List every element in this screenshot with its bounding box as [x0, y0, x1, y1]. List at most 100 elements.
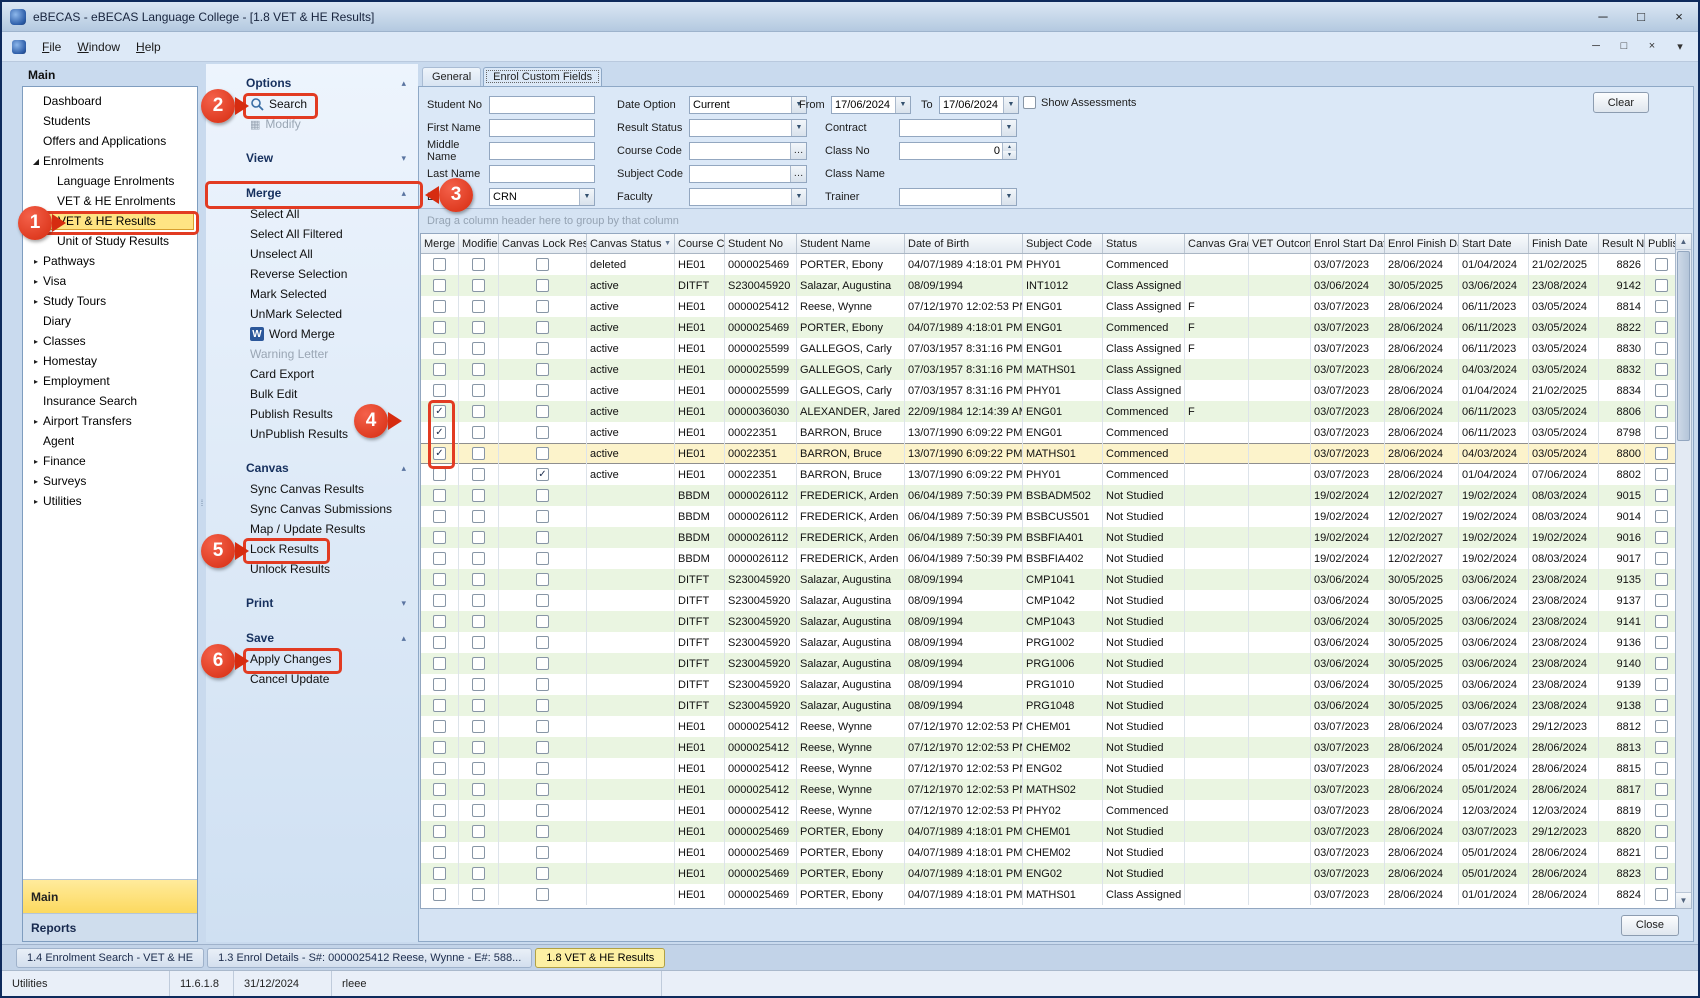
canvas_lock-checkbox[interactable]: [536, 762, 549, 775]
action-bulk-edit[interactable]: Bulk Edit: [246, 386, 301, 402]
mdi-restore-icon[interactable]: □: [1616, 40, 1632, 53]
canvas_lock-checkbox[interactable]: [536, 867, 549, 880]
collapsed-arrow-icon[interactable]: ▸: [29, 337, 43, 346]
publish-checkbox[interactable]: [1655, 447, 1668, 460]
publish-checkbox[interactable]: [1655, 321, 1668, 334]
canvas_lock-checkbox[interactable]: [536, 804, 549, 817]
modified-checkbox[interactable]: [472, 741, 485, 754]
publish-checkbox[interactable]: [1655, 867, 1668, 880]
merge-checkbox-row-25[interactable]: [433, 783, 446, 796]
action-publish-results[interactable]: Publish Results: [246, 406, 337, 422]
collapsed-arrow-icon[interactable]: ▸: [29, 297, 43, 306]
publish-checkbox[interactable]: [1655, 363, 1668, 376]
collapsed-arrow-icon[interactable]: ▸: [29, 257, 43, 266]
table-row[interactable]: activeHE010000025599GALLEGOS, Carly07/03…: [421, 338, 1675, 359]
merge-checkbox-row-17[interactable]: [433, 615, 446, 628]
table-row[interactable]: deletedHE010000025469PORTER, Ebony04/07/…: [421, 254, 1675, 275]
modified-checkbox[interactable]: [472, 258, 485, 271]
canvas_lock-checkbox[interactable]: [536, 510, 549, 523]
modified-checkbox[interactable]: [472, 573, 485, 586]
canvas_lock-checkbox[interactable]: [536, 615, 549, 628]
canvas_lock-checkbox[interactable]: [536, 321, 549, 334]
collapse-chevron-icon[interactable]: ▴: [401, 78, 406, 89]
action-reverse-selection[interactable]: Reverse Selection: [246, 266, 351, 282]
merge-checkbox-row-26[interactable]: [433, 804, 446, 817]
canvas_lock-checkbox[interactable]: [536, 552, 549, 565]
canvas_lock-checkbox[interactable]: [536, 489, 549, 502]
subject-code-input[interactable]: [690, 166, 790, 182]
merge-checkbox-row-6[interactable]: [433, 384, 446, 397]
modified-checkbox[interactable]: [472, 363, 485, 376]
column-header-publish[interactable]: Publish: [1645, 234, 1675, 253]
table-row[interactable]: activeHE010000025599GALLEGOS, Carly07/03…: [421, 380, 1675, 401]
canvas_lock-checkbox[interactable]: [536, 342, 549, 355]
table-row[interactable]: activeHE0100022351BARRON, Bruce13/07/199…: [421, 464, 1675, 485]
table-row[interactable]: BBDM0000026112FREDERICK, Arden06/04/1989…: [421, 506, 1675, 527]
contract-select[interactable]: ▼: [899, 119, 1017, 137]
action-apply-changes[interactable]: Apply Changes: [246, 651, 335, 667]
table-row[interactable]: HE010000025469PORTER, Ebony04/07/1989 4:…: [421, 884, 1675, 905]
doc-tab-1-8-vet-he-results[interactable]: 1.8 VET & HE Results: [535, 948, 665, 968]
mdi-menu-icon[interactable]: ▾: [1672, 40, 1688, 53]
table-row[interactable]: activeHE010000036030ALEXANDER, Jared22/0…: [421, 401, 1675, 422]
merge-checkbox-row-28[interactable]: [433, 846, 446, 859]
student-no-input[interactable]: [489, 96, 595, 114]
sidebar-item-finance[interactable]: ▸Finance: [27, 452, 194, 470]
nav-group-main[interactable]: Main: [23, 879, 197, 913]
merge-checkbox-row-20[interactable]: [433, 678, 446, 691]
column-header-enrol_finish[interactable]: Enrol Finish Dat: [1385, 234, 1459, 253]
collapse-chevron-icon[interactable]: ▴: [401, 188, 406, 199]
modified-checkbox[interactable]: [472, 846, 485, 859]
merge-checkbox-row-14[interactable]: [433, 552, 446, 565]
canvas_lock-checkbox[interactable]: [536, 258, 549, 271]
table-row[interactable]: HE010000025412Reese, Wynne07/12/1970 12:…: [421, 737, 1675, 758]
column-header-subject[interactable]: Subject Code: [1023, 234, 1103, 253]
action-unselect-all[interactable]: Unselect All: [246, 246, 317, 262]
collapse-chevron-icon[interactable]: ▴: [401, 463, 406, 474]
merge-checkbox-row-30[interactable]: [433, 888, 446, 901]
publish-checkbox[interactable]: [1655, 804, 1668, 817]
merge-checkbox-row-1[interactable]: [433, 279, 446, 292]
sidebar-item-enrolments[interactable]: ◢Enrolments: [27, 152, 194, 170]
column-header-course[interactable]: Course C: [675, 234, 725, 253]
table-row[interactable]: DITFTS230045920Salazar, Augustina08/09/1…: [421, 653, 1675, 674]
publish-checkbox[interactable]: [1655, 426, 1668, 439]
menu-window[interactable]: Window: [69, 37, 128, 57]
mdi-minimize-icon[interactable]: ─: [1588, 40, 1604, 53]
table-row[interactable]: HE010000025412Reese, Wynne07/12/1970 12:…: [421, 758, 1675, 779]
canvas_lock-checkbox[interactable]: [536, 699, 549, 712]
canvas_lock-checkbox[interactable]: [536, 531, 549, 544]
canvas_lock-checkbox[interactable]: [536, 279, 549, 292]
canvas_lock-checkbox[interactable]: [536, 426, 549, 439]
sidebar-item-diary[interactable]: Diary: [27, 312, 194, 330]
table-row[interactable]: HE010000025412Reese, Wynne07/12/1970 12:…: [421, 800, 1675, 821]
table-row[interactable]: BBDM0000026112FREDERICK, Arden06/04/1989…: [421, 527, 1675, 548]
sidebar-item-homestay[interactable]: ▸Homestay: [27, 352, 194, 370]
group-header-print[interactable]: Print▾: [206, 592, 418, 614]
modified-checkbox[interactable]: [472, 468, 485, 481]
canvas_lock-checkbox[interactable]: [536, 573, 549, 586]
action-unmark-selected[interactable]: UnMark Selected: [246, 306, 346, 322]
clear-button[interactable]: Clear: [1593, 92, 1649, 113]
modified-checkbox[interactable]: [472, 342, 485, 355]
sidebar-item-unit-of-study-results[interactable]: Unit of Study Results: [41, 232, 194, 250]
date-option-select[interactable]: Current ▼: [689, 96, 807, 114]
doc-tab-1-4-enrolment-search-vet-he[interactable]: 1.4 Enrolment Search - VET & HE: [16, 948, 204, 968]
class-no-stepper[interactable]: ▲ ▼: [899, 142, 1017, 160]
chevron-down-icon[interactable]: ▼: [1003, 97, 1018, 113]
collapsed-arrow-icon[interactable]: ▸: [29, 377, 43, 386]
menu-file[interactable]: File: [34, 37, 69, 57]
column-header-vet_outcome[interactable]: VET Outcom: [1249, 234, 1311, 253]
scrollbar-thumb[interactable]: [1677, 251, 1690, 441]
chevron-down-icon[interactable]: ▼: [1001, 189, 1016, 205]
publish-checkbox[interactable]: [1655, 258, 1668, 271]
modified-checkbox[interactable]: [472, 384, 485, 397]
close-button[interactable]: Close: [1621, 915, 1679, 936]
canvas_lock-checkbox[interactable]: [536, 405, 549, 418]
table-row[interactable]: DITFTS230045920Salazar, Augustina08/09/1…: [421, 569, 1675, 590]
publish-checkbox[interactable]: [1655, 573, 1668, 586]
modified-checkbox[interactable]: [472, 426, 485, 439]
sidebar-item-airport-transfers[interactable]: ▸Airport Transfers: [27, 412, 194, 430]
merge-checkbox-row-24[interactable]: [433, 762, 446, 775]
publish-checkbox[interactable]: [1655, 762, 1668, 775]
